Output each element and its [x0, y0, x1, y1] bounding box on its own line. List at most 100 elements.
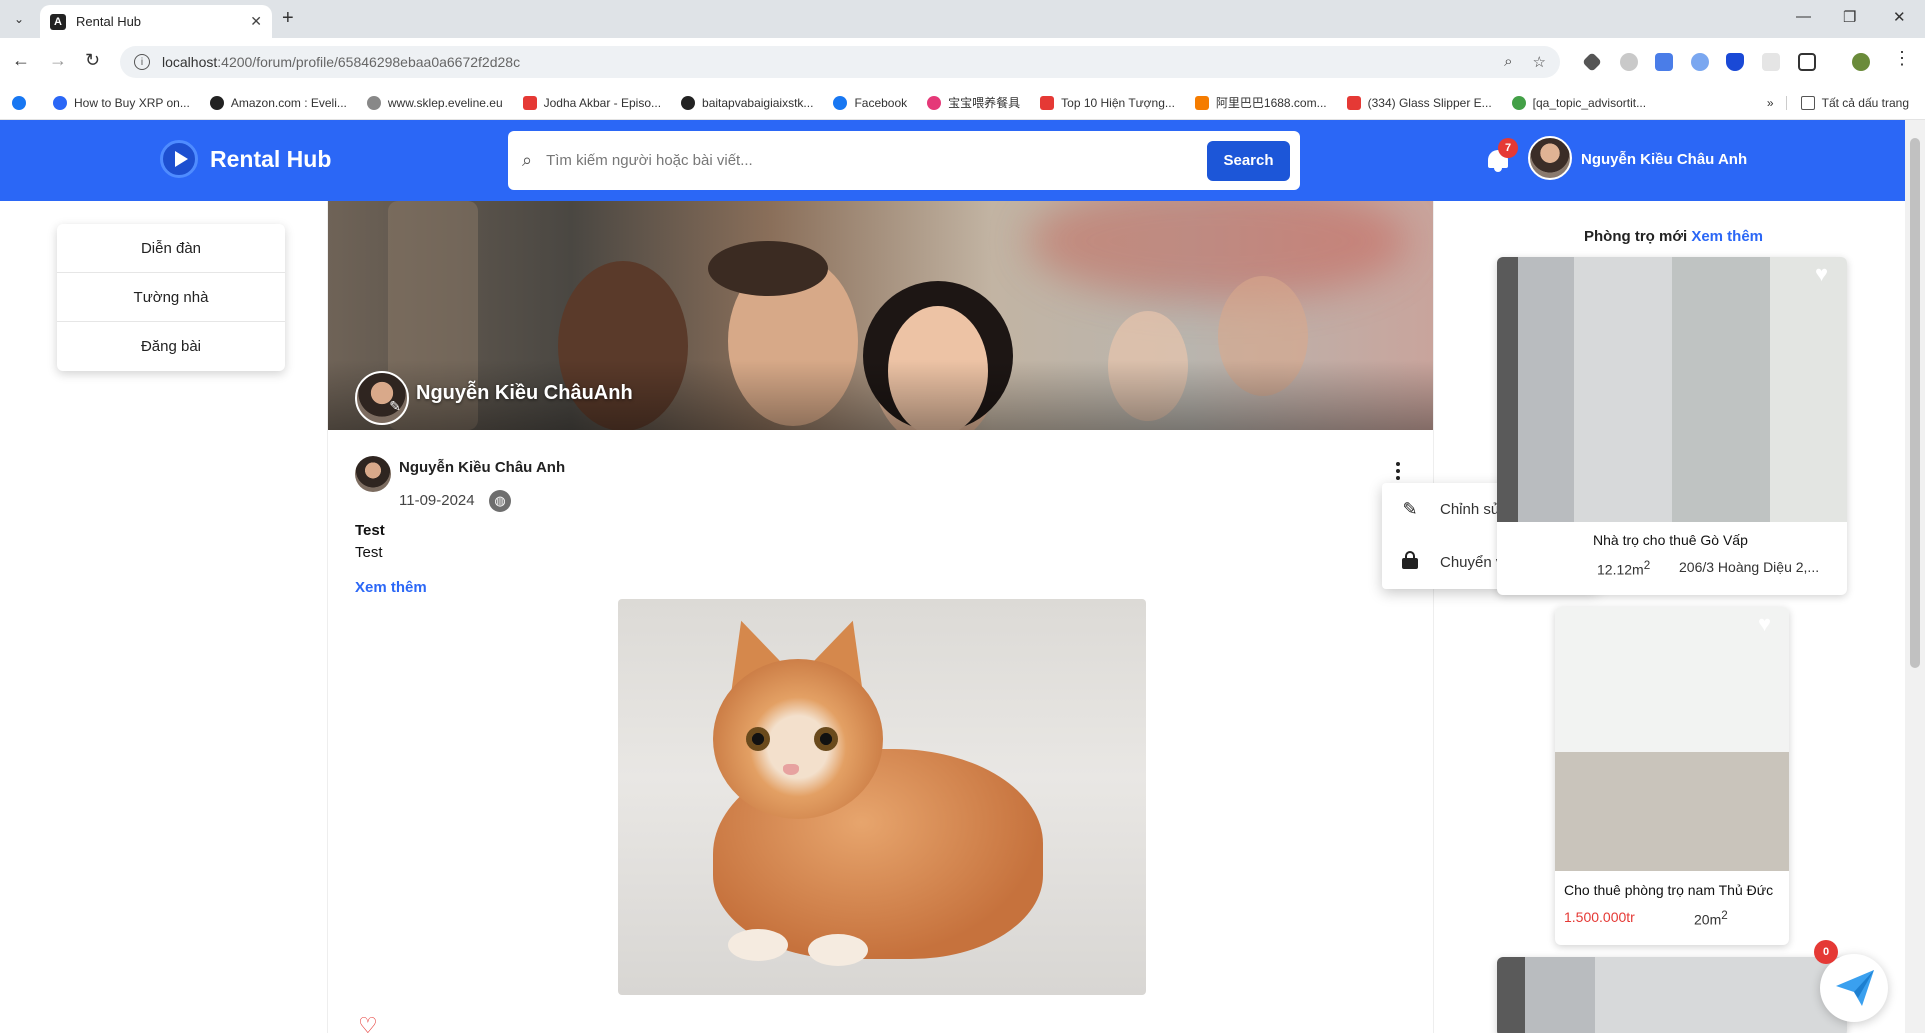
post-author-avatar[interactable] [355, 456, 391, 492]
puzzle-extensions-icon[interactable] [1798, 53, 1816, 71]
bookmark-item[interactable]: Jodha Akbar - Episo... [522, 95, 662, 110]
bookmark-label: Amazon.com : Eveli... [230, 95, 347, 110]
browser-tab[interactable]: A Rental Hub ✕ [40, 5, 272, 38]
favorite-heart-icon[interactable]: ♥ [1815, 261, 1839, 286]
url-path: :4200/forum/profile/65846298ebaa0a6672f2… [217, 54, 521, 70]
tab-close-icon[interactable]: ✕ [250, 13, 262, 30]
post-body: Test [355, 544, 383, 561]
room-card[interactable]: ♥ Nhà trọ cho thuê Gò Vấp 12.12m2 206/3 … [1497, 257, 1847, 595]
bookmark-item[interactable] [12, 95, 33, 110]
room-title: Nhà trọ cho thuê Gò Vấp [1593, 532, 1748, 548]
post-image[interactable] [618, 599, 1146, 995]
room-address: 206/3 Hoàng Diệu 2,... [1679, 559, 1820, 575]
search-input[interactable] [546, 152, 1207, 169]
post-title: Test [355, 522, 385, 539]
room-card[interactable] [1497, 957, 1847, 1033]
bookmark-label: How to Buy XRP on... [74, 95, 190, 110]
reload-icon[interactable]: ↻ [85, 50, 100, 71]
brand-logo[interactable]: Rental Hub [160, 140, 331, 178]
like-heart-icon[interactable]: ♡ [358, 1013, 378, 1033]
translate-extension-icon[interactable] [1655, 53, 1673, 71]
post-options-icon[interactable] [1386, 459, 1410, 483]
bookmark-icon [366, 95, 381, 110]
nav-item-wall[interactable]: Tường nhà [57, 273, 285, 322]
post-author-name[interactable]: Nguyễn Kiều Châu Anh [399, 459, 565, 476]
bookmark-item[interactable]: (334) Glass Slipper E... [1346, 95, 1492, 110]
new-rooms-title: Phòng trọ mới [1584, 228, 1688, 245]
search-button[interactable]: Search [1207, 140, 1290, 181]
bookmark-item[interactable]: baitapvabaigiaixstk... [681, 95, 813, 110]
cover-profile-name: Nguyễn Kiều ChâuAnh [416, 382, 633, 404]
tab-search-button[interactable]: ⌄ [8, 8, 30, 30]
browser-tab-bar: ⌄ A Rental Hub ✕ + — ❐ ✕ [0, 0, 1925, 38]
user-avatar[interactable] [1528, 136, 1572, 180]
edit-avatar-icon[interactable]: ✎ [389, 398, 401, 415]
bookmark-item[interactable]: 阿里巴巴1688.com... [1194, 94, 1327, 111]
public-globe-icon: ◍ [489, 490, 511, 512]
address-bar-row: ← → ↻ i localhost:4200/forum/profile/658… [0, 38, 1925, 86]
shield-extension-icon[interactable] [1726, 53, 1744, 71]
notification-bell-icon[interactable]: 7 [1486, 138, 1518, 174]
bookmarks-overflow-icon[interactable]: » [1767, 96, 1774, 110]
bookmark-item[interactable]: 宝宝喂养餐具 [927, 94, 1020, 111]
new-rooms-heading: Phòng trọ mới Xem thêm [1584, 228, 1763, 245]
lens-extension-icon[interactable] [1691, 53, 1709, 71]
compass-extension-icon[interactable] [1620, 53, 1638, 71]
bookmark-icon [1194, 95, 1209, 110]
bookmark-icon [927, 95, 942, 110]
room-price: 1.500.000tr [1564, 909, 1635, 925]
room-area: 12.12m2 [1597, 559, 1651, 578]
bookmark-item[interactable]: www.sklep.eveline.eu [366, 95, 503, 110]
bookmark-item[interactable]: Facebook [833, 95, 907, 110]
room-photo [1555, 607, 1789, 871]
bookmark-item[interactable]: Amazon.com : Eveli... [209, 95, 347, 110]
site-info-icon[interactable]: i [134, 54, 150, 70]
paper-plane-icon [1836, 970, 1874, 1006]
bookmark-star-icon[interactable]: ☆ [1533, 53, 1546, 71]
youtube-icon [522, 95, 537, 110]
pen-extension-icon[interactable] [1582, 52, 1602, 72]
search-bar: ⌕ Search [508, 131, 1300, 190]
zoom-icon[interactable]: ⌕ [1504, 53, 1512, 71]
profile-avatar[interactable]: ✎ [355, 371, 409, 425]
bookmark-item[interactable]: [qa_topic_advisortit... [1511, 95, 1646, 110]
bookmarks-bar: How to Buy XRP on... Amazon.com : Eveli.… [0, 86, 1925, 120]
blank-extension-icon[interactable] [1762, 53, 1780, 71]
chat-button[interactable]: 0 [1814, 940, 1888, 1022]
restore-icon[interactable]: ❐ [1843, 8, 1856, 26]
header-user-name[interactable]: Nguyễn Kiều Châu Anh [1581, 151, 1747, 168]
facebook-icon [12, 95, 26, 110]
bookmark-icon [1511, 95, 1526, 110]
facebook-icon [833, 95, 848, 110]
tab-title: Rental Hub [76, 14, 142, 29]
angular-favicon-icon: A [50, 13, 66, 30]
chat-unread-badge: 0 [1814, 940, 1838, 964]
room-title: Cho thuê phòng trọ nam Thủ Đức [1564, 882, 1774, 898]
back-icon[interactable]: ← [12, 50, 30, 71]
room-photo [1497, 257, 1847, 522]
rental-hub-logo-icon [160, 140, 198, 178]
bookmark-label: 阿里巴巴1688.com... [1215, 96, 1327, 110]
bookmark-label: Jodha Akbar - Episo... [543, 95, 662, 110]
all-bookmarks-button[interactable]: Tất cả dấu trang [1785, 95, 1909, 110]
bookmark-item[interactable]: How to Buy XRP on... [53, 95, 190, 110]
nav-item-create-post[interactable]: Đăng bài [57, 322, 285, 371]
bookmark-item[interactable]: Top 10 Hiện Tượng... [1040, 95, 1175, 110]
favorite-heart-icon[interactable]: ♥ [1758, 611, 1782, 636]
nav-item-forum[interactable]: Diễn đàn [57, 224, 285, 273]
post-see-more-link[interactable]: Xem thêm [355, 579, 427, 596]
minimize-icon[interactable]: — [1796, 8, 1811, 25]
new-rooms-see-more-link[interactable]: Xem thêm [1691, 228, 1763, 245]
url-host: localhost [162, 54, 218, 70]
brand-name: Rental Hub [210, 145, 332, 172]
all-bookmarks-label: Tất cả dấu trang [1821, 95, 1909, 110]
url-field[interactable]: i localhost:4200/forum/profile/65846298e… [120, 46, 1560, 78]
browser-menu-icon[interactable]: ⋮ [1893, 48, 1911, 69]
room-card[interactable]: ♥ Cho thuê phòng trọ nam Thủ Đức 1.500.0… [1555, 607, 1789, 945]
new-tab-icon[interactable]: + [282, 7, 294, 30]
page-scrollbar[interactable] [1905, 120, 1925, 1033]
forward-icon[interactable]: → [49, 50, 67, 71]
profile-main: ✎ Nguyễn Kiều ChâuAnh Nguyễn Kiều Châu A… [327, 201, 1434, 1033]
close-window-icon[interactable]: ✕ [1893, 8, 1906, 26]
profile-avatar-icon[interactable] [1852, 53, 1870, 71]
